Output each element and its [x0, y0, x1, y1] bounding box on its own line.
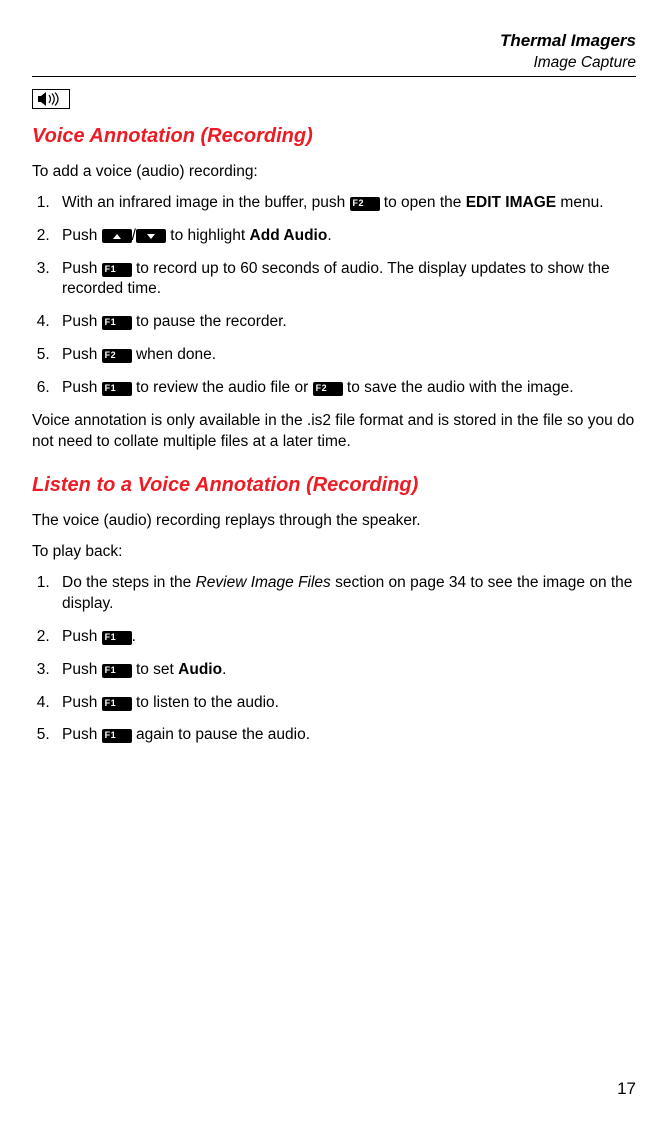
section-2-intro-1: The voice (audio) recording replays thro…	[32, 511, 636, 532]
list-item: Do the steps in the Review Image Files s…	[54, 573, 636, 615]
page-number: 17	[617, 1078, 636, 1101]
f1-key-icon: F1	[102, 697, 132, 711]
f2-key-icon: F2	[313, 382, 343, 396]
section-1-steps: With an infrared image in the buffer, pu…	[32, 193, 636, 399]
f1-key-icon: F1	[102, 316, 132, 330]
f1-key-icon: F1	[102, 664, 132, 678]
header-title: Thermal Imagers	[32, 30, 636, 53]
f1-key-icon: F1	[102, 382, 132, 396]
section-2-intro-2: To play back:	[32, 542, 636, 563]
list-item: Push / to highlight Add Audio.	[54, 226, 636, 247]
list-item: Push F1 again to pause the audio.	[54, 725, 636, 746]
f2-key-icon: F2	[350, 197, 380, 211]
f2-key-icon: F2	[102, 349, 132, 363]
list-item: Push F1.	[54, 627, 636, 648]
down-arrow-key-icon	[136, 229, 166, 243]
list-item: Push F1 to set Audio.	[54, 660, 636, 681]
list-item: With an infrared image in the buffer, pu…	[54, 193, 636, 214]
list-item: Push F1 to pause the recorder.	[54, 312, 636, 333]
speaker-icon	[32, 89, 70, 109]
f1-key-icon: F1	[102, 729, 132, 743]
list-item: Push F1 to review the audio file or F2 t…	[54, 378, 636, 399]
section-1-note: Voice annotation is only available in th…	[32, 411, 636, 453]
f1-key-icon: F1	[102, 631, 132, 645]
header-subtitle: Image Capture	[32, 53, 636, 74]
section-2-steps: Do the steps in the Review Image Files s…	[32, 573, 636, 747]
up-arrow-key-icon	[102, 229, 132, 243]
list-item: Push F2 when done.	[54, 345, 636, 366]
f1-key-icon: F1	[102, 263, 132, 277]
section-2-heading: Listen to a Voice Annotation (Recording)	[32, 472, 636, 499]
page-header: Thermal Imagers Image Capture	[32, 30, 636, 77]
section-1-heading: Voice Annotation (Recording)	[32, 123, 636, 150]
list-item: Push F1 to record up to 60 seconds of au…	[54, 259, 636, 301]
section-1-intro: To add a voice (audio) recording:	[32, 162, 636, 183]
list-item: Push F1 to listen to the audio.	[54, 693, 636, 714]
